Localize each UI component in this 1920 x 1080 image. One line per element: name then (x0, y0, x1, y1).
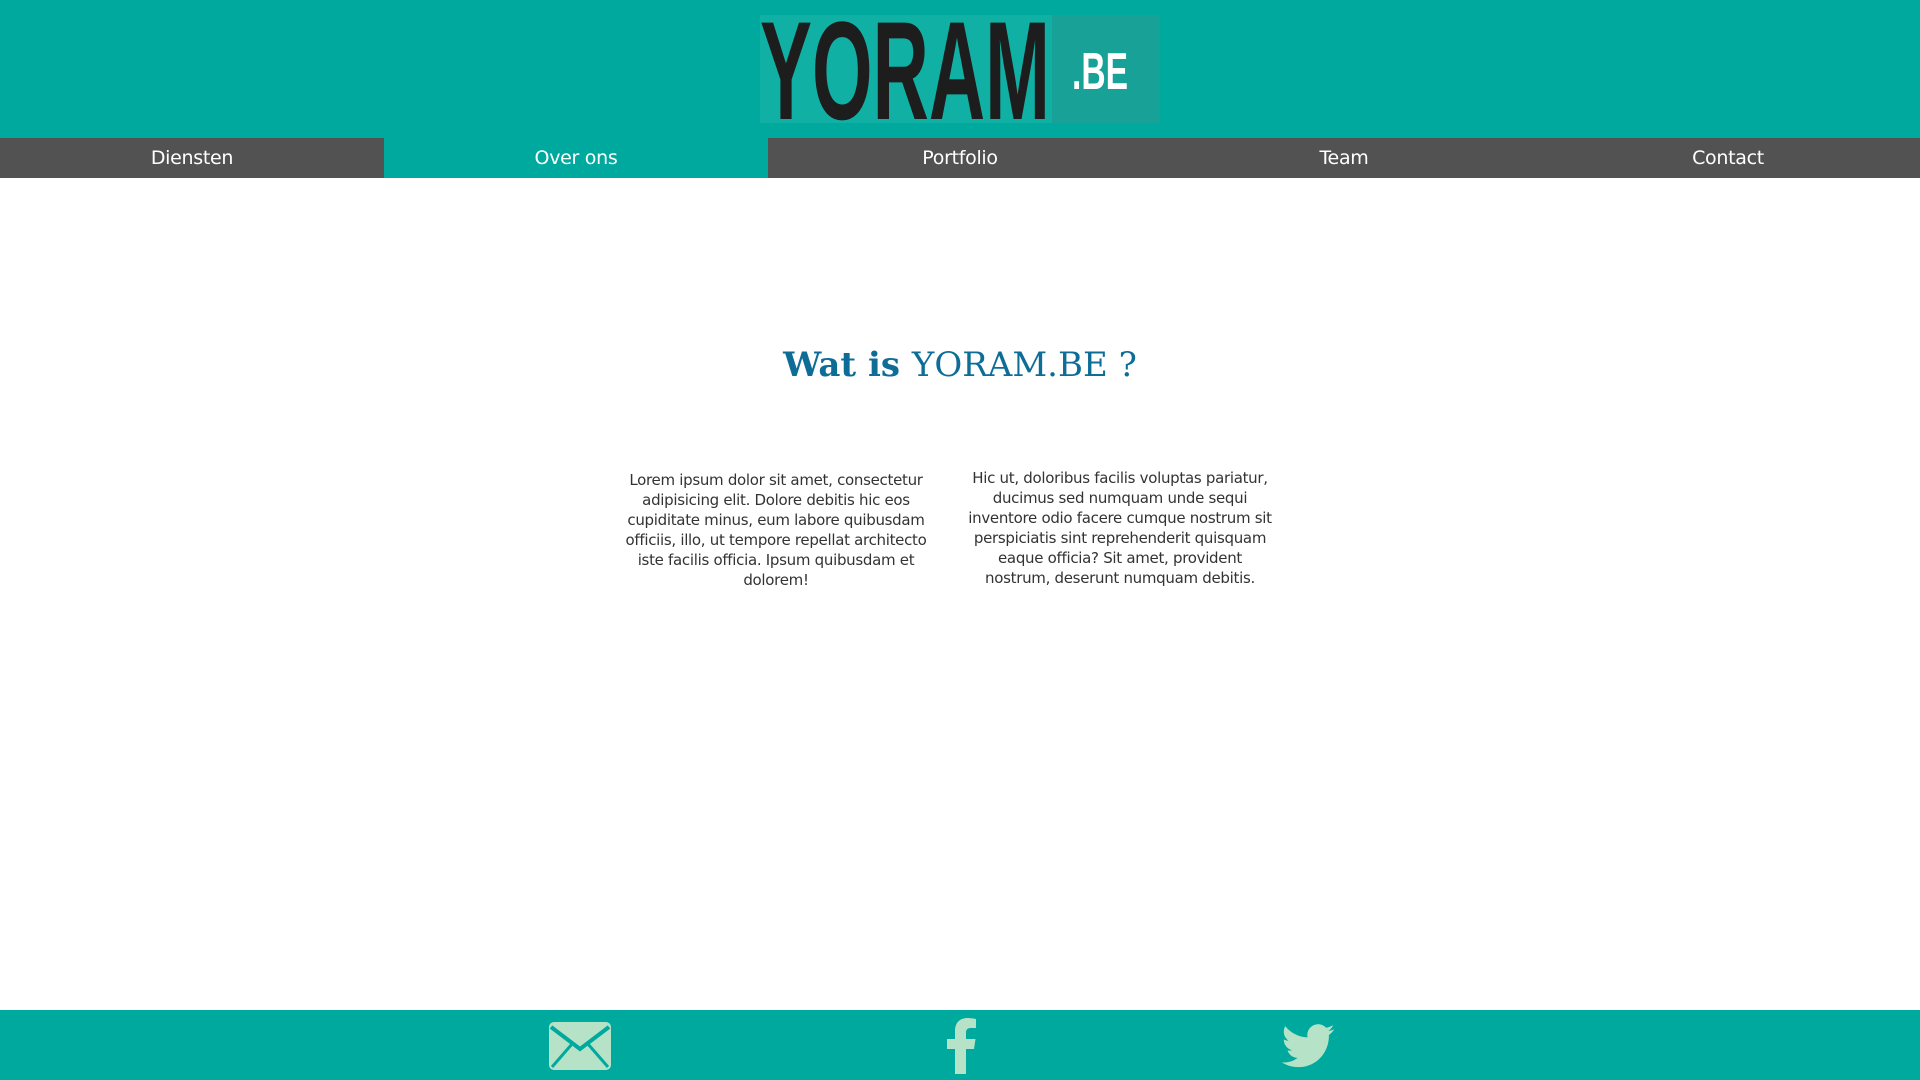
mail-link[interactable] (548, 1018, 612, 1074)
page: YORAM .BE Diensten Over ons Portfolio Te… (0, 0, 1920, 1080)
nav-item-team[interactable]: Team (1152, 138, 1536, 178)
facebook-icon (947, 1018, 976, 1074)
nav-item-over-ons[interactable]: Over ons (384, 138, 768, 178)
logo-suffix-text: .BE (1072, 43, 1128, 101)
nav-item-diensten[interactable]: Diensten (0, 138, 384, 178)
site-logo[interactable]: YORAM .BE (760, 15, 1160, 123)
nav-item-contact[interactable]: Contact (1536, 138, 1920, 178)
main-navigation: Diensten Over ons Portfolio Team Contact (0, 138, 1920, 178)
logo-main-text: YORAM (760, 15, 1050, 123)
logo-wordmark: YORAM (760, 15, 1052, 123)
twitter-icon (1281, 1024, 1335, 1068)
heading-brand: YORAM.BE ? (911, 345, 1137, 385)
twitter-link[interactable] (1278, 1018, 1338, 1074)
page-heading: Wat is YORAM.BE ? (0, 345, 1920, 385)
nav-item-portfolio[interactable]: Portfolio (768, 138, 1152, 178)
intro-text-right: Hic ut, doloribus facilis voluptas paria… (968, 469, 1272, 587)
intro-text-left: Lorem ipsum dolor sit amet, consectetur … (625, 471, 927, 589)
site-footer (0, 1010, 1920, 1080)
mail-icon (549, 1022, 611, 1070)
site-header: YORAM .BE (0, 0, 1920, 138)
heading-prefix: Wat is (783, 345, 901, 385)
logo-suffix: .BE (1052, 15, 1160, 123)
facebook-link[interactable] (935, 1018, 987, 1074)
